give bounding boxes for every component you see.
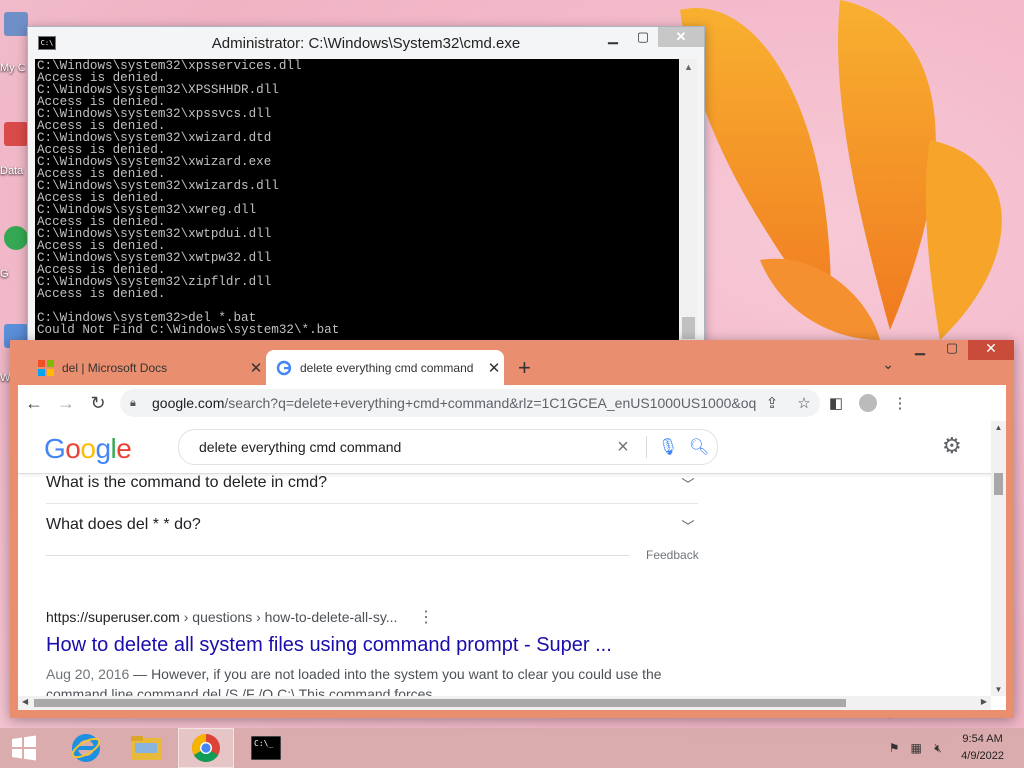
cmd-window[interactable]: C:\ Administrator: C:\Windows\System32\c… <box>27 26 705 346</box>
clock-time: 9:54 AM <box>962 733 1003 745</box>
microphone-icon[interactable]: 🎙︎ <box>655 437 681 457</box>
chrome-shortcut-icon[interactable] <box>4 226 28 250</box>
desktop-icon-label: W <box>0 372 11 384</box>
result-more-options-icon[interactable]: ⋮ <box>418 607 434 627</box>
tab-title: delete everything cmd command <box>300 360 474 375</box>
address-url[interactable]: google.com/search?q=delete+everything+cm… <box>152 395 756 411</box>
start-button[interactable] <box>0 728 48 768</box>
tab-search-chevron-icon[interactable]: ⌄ <box>882 356 894 373</box>
network-icon[interactable]: ▦ <box>905 741 927 755</box>
scroll-left-icon[interactable]: ◀ <box>22 697 28 706</box>
taskbar-cmd[interactable]: C:\_ <box>238 728 294 768</box>
search-icon[interactable]: 🔍︎ <box>681 437 717 457</box>
clock-date: 4/9/2022 <box>961 750 1004 762</box>
command-prompt-icon: C:\_ <box>251 736 281 760</box>
scroll-right-icon[interactable]: ▶ <box>981 697 987 706</box>
scroll-up-icon[interactable]: ▲ <box>680 59 697 76</box>
paa-question-text: What does del * * do? <box>46 516 201 533</box>
page-content: Google delete everything cmd command × 🎙… <box>18 421 1006 710</box>
chevron-down-icon[interactable]: ﹀ <box>678 474 698 493</box>
computer-icon[interactable] <box>4 12 28 36</box>
taskbar-file-explorer[interactable] <box>118 728 174 768</box>
settings-gear-icon[interactable]: ⚙ <box>942 433 962 459</box>
cmd-scroll-thumb[interactable] <box>682 317 695 339</box>
paa-question[interactable]: What is the command to delete in cmd? ﹀ <box>46 463 698 504</box>
share-icon[interactable]: ⇪ <box>756 394 788 412</box>
horizontal-scroll-thumb[interactable] <box>34 699 846 707</box>
tab-title: del | Microsoft Docs <box>62 360 168 375</box>
new-tab-button[interactable]: + <box>518 355 531 381</box>
cmd-console[interactable]: C:\Windows\system32\xpsservices.dll Acce… <box>35 59 679 341</box>
result-date: Aug 20, 2016 <box>46 666 130 682</box>
taskbar-chrome[interactable] <box>178 728 234 768</box>
internet-explorer-icon <box>71 734 101 762</box>
page-vertical-scrollbar[interactable]: ▲ ▼ <box>991 421 1006 696</box>
result-title-link[interactable]: How to delete all system files using com… <box>46 634 612 657</box>
feedback-link[interactable]: Feedback <box>646 548 699 562</box>
chrome-menu-icon[interactable]: ⋮ <box>884 394 916 412</box>
google-logo[interactable]: Google <box>44 433 132 465</box>
search-divider <box>646 436 647 458</box>
action-center-flag-icon[interactable]: ⚑ <box>883 741 905 755</box>
windows-logo-icon <box>12 735 36 761</box>
system-tray: ⚑ ▦ 🔇︎ 9:54 AM 4/9/2022 <box>883 728 1004 768</box>
google-g-icon <box>276 360 292 375</box>
cmd-close-button[interactable]: ✕ <box>658 27 704 47</box>
cmd-minimize-button[interactable]: ▁ <box>598 27 628 47</box>
tab-strip: del | Microsoft Docs ✕ delete everything… <box>10 340 1014 385</box>
cmd-maximize-button[interactable]: ▢ <box>628 27 658 47</box>
taskbar: C:\_ ⚑ ▦ 🔇︎ 9:54 AM 4/9/2022 <box>0 728 1024 768</box>
svg-text:C:\_: C:\_ <box>254 739 273 748</box>
result-cite[interactable]: https://superuser.com › questions › how-… <box>46 609 397 625</box>
tab-microsoft-docs[interactable]: del | Microsoft Docs ✕ <box>28 350 266 385</box>
chrome-minimize-button[interactable]: ▁ <box>904 340 936 360</box>
vertical-scroll-thumb[interactable] <box>994 473 1003 495</box>
search-box[interactable]: delete everything cmd command × 🎙︎ 🔍︎ <box>178 429 718 465</box>
cmd-output: C:\Windows\system32\xpsservices.dll Acce… <box>37 59 340 337</box>
taskbar-internet-explorer[interactable] <box>58 728 114 768</box>
scroll-down-icon[interactable]: ▼ <box>991 685 1006 694</box>
clear-search-icon[interactable]: × <box>608 436 638 459</box>
desktop-icon-label: My C <box>0 62 26 74</box>
chevron-down-icon[interactable]: ﹀ <box>678 516 698 535</box>
cmd-scrollbar[interactable]: ▲ <box>680 59 697 341</box>
chrome-window[interactable]: del | Microsoft Docs ✕ delete everything… <box>10 340 1014 718</box>
clock[interactable]: 9:54 AM 4/9/2022 <box>961 731 1004 765</box>
paa-question[interactable]: What does del * * do? ﹀ <box>46 505 698 545</box>
side-panel-icon[interactable]: ◧ <box>820 394 852 412</box>
url-path: /search?q=delete+everything+cmd+command&… <box>224 395 756 411</box>
folder-icon <box>131 736 161 760</box>
chrome-icon <box>192 734 220 762</box>
chrome-close-button[interactable]: ✕ <box>968 340 1014 360</box>
close-tab-icon[interactable]: ✕ <box>246 359 266 377</box>
desktop-icon-label: Data <box>0 165 24 177</box>
microsoft-logo-icon <box>38 359 54 376</box>
chrome-toolbar: ← → ↻ 🔒︎ google.com/search?q=delete+ever… <box>18 385 1006 421</box>
cmd-titlebar[interactable]: C:\ Administrator: C:\Windows\System32\c… <box>28 27 704 59</box>
bookmark-star-icon[interactable]: ☆ <box>788 394 820 412</box>
forward-arrow-icon[interactable]: → <box>50 393 82 414</box>
back-arrow-icon[interactable]: ← <box>18 393 50 414</box>
url-host: google.com <box>152 395 225 411</box>
chrome-maximize-button[interactable]: ▢ <box>936 340 968 360</box>
tab-google-search[interactable]: delete everything cmd command ✕ <box>266 350 504 385</box>
close-tab-icon[interactable]: ✕ <box>484 359 504 377</box>
data-icon[interactable] <box>4 122 28 146</box>
reload-icon[interactable]: ↻ <box>82 393 114 414</box>
desktop-icon-label: G <box>0 268 9 280</box>
volume-muted-icon[interactable]: 🔇︎ <box>927 741 949 756</box>
search-input[interactable]: delete everything cmd command <box>179 439 608 455</box>
result-path: › questions › how-to-delete-all-sy... <box>179 609 398 625</box>
address-bar[interactable]: 🔒︎ google.com/search?q=delete+everything… <box>120 389 820 417</box>
paa-question-text: What is the command to delete in cmd? <box>46 474 328 491</box>
profile-avatar[interactable] <box>859 394 877 412</box>
divider <box>46 555 630 556</box>
scroll-up-icon[interactable]: ▲ <box>991 423 1006 432</box>
page-horizontal-scrollbar[interactable]: ◀ ▶ <box>18 696 991 710</box>
lock-icon[interactable]: 🔒︎ <box>130 397 144 410</box>
result-site: https://superuser.com <box>46 609 180 625</box>
